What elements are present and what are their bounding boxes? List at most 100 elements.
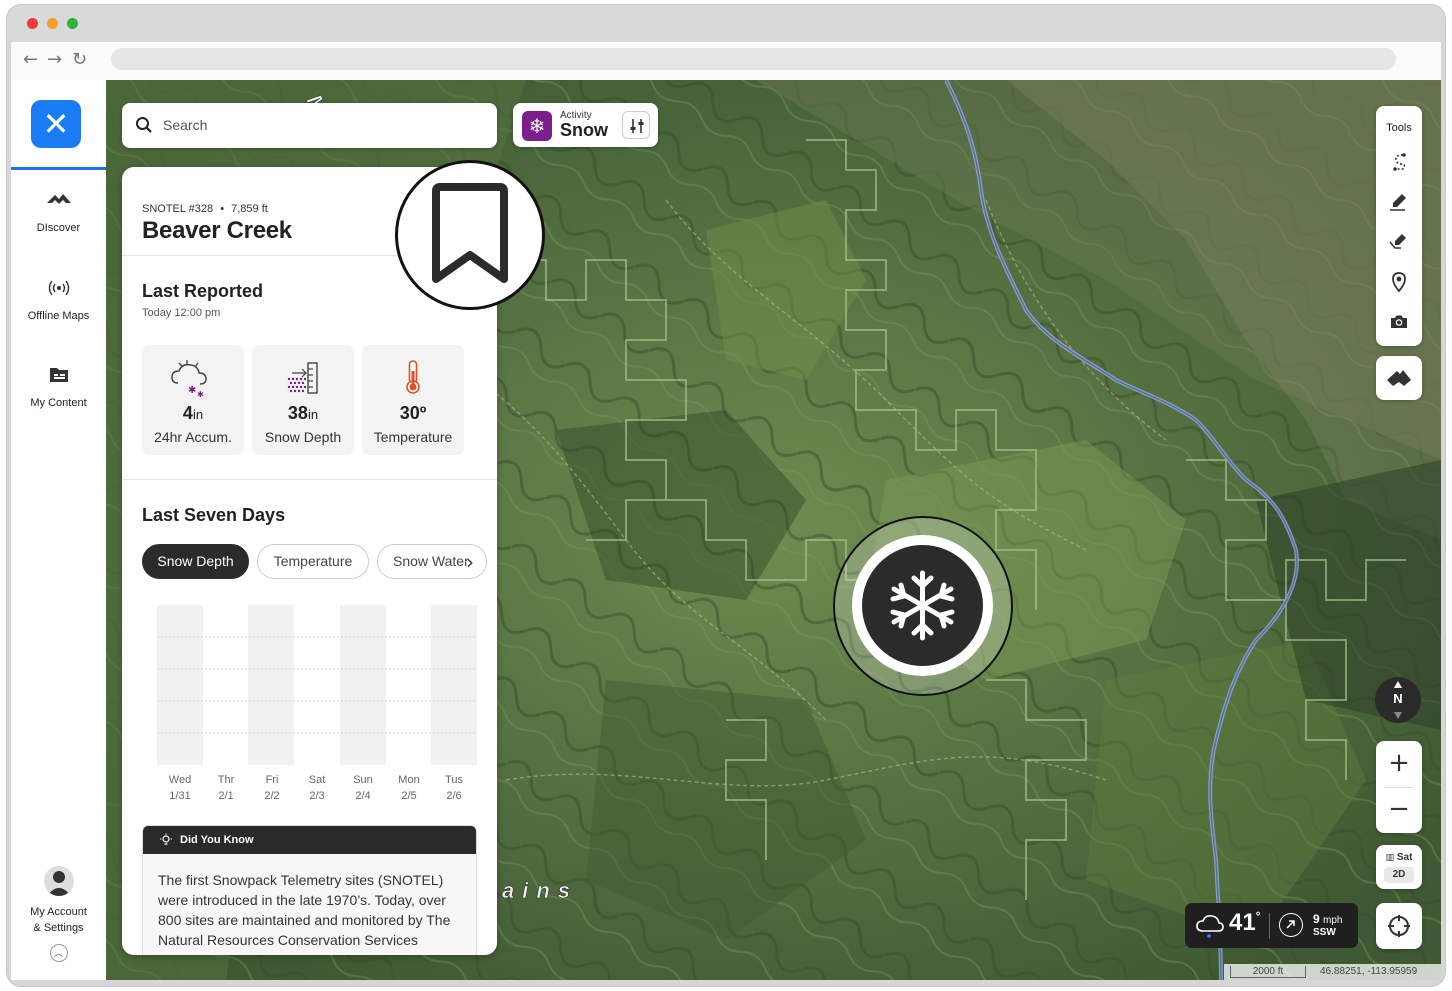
- area-draw-icon[interactable]: [1387, 230, 1411, 254]
- sidebar-item-discover[interactable]: DIscover: [11, 190, 106, 236]
- camera-icon[interactable]: [1387, 310, 1411, 334]
- chart-column: [248, 605, 294, 765]
- map-label-mountains-bottom: ains: [502, 878, 578, 903]
- scale-distance: 2000 ft: [1230, 966, 1306, 978]
- forward-icon[interactable]: →: [47, 50, 62, 70]
- chart-column: [340, 605, 386, 765]
- tools-panel: Tools: [1376, 106, 1422, 346]
- account-settings-button[interactable]: My Account & Settings ︿: [11, 866, 106, 962]
- sidebar-item-label: My Content: [30, 397, 87, 409]
- chevron-right-icon[interactable]: ›: [466, 550, 474, 574]
- stat-label: 24hr Accum.: [154, 429, 232, 445]
- search-input[interactable]: [163, 115, 463, 135]
- thermometer-icon: [406, 360, 420, 394]
- compass-north-label: N: [1393, 691, 1403, 706]
- zoom-out-button[interactable]: −: [1376, 787, 1422, 833]
- browser-window: ← → ↻ ains ✕ DIscover Offline Maps My Co…: [7, 5, 1445, 986]
- page-title: Beaver Creek: [142, 217, 292, 244]
- reload-icon[interactable]: ↻: [72, 50, 87, 70]
- day-label: Thr 2/1: [217, 774, 235, 802]
- sidebar-item-offline-maps[interactable]: Offline Maps: [11, 278, 106, 324]
- title-bar: [7, 5, 1445, 42]
- did-you-know-header: Did You Know: [143, 826, 476, 854]
- chart-column: [431, 605, 477, 765]
- user-icon: [46, 871, 71, 896]
- weather-temperature: 41°: [1229, 909, 1261, 936]
- back-icon[interactable]: ←: [23, 50, 38, 70]
- filter-button[interactable]: [622, 111, 650, 139]
- pencil-icon[interactable]: [1387, 190, 1411, 214]
- last-reported-heading: Last Reported: [142, 281, 264, 301]
- zoom-in-button[interactable]: +: [1376, 741, 1422, 787]
- tools-heading: Tools: [1386, 122, 1412, 134]
- locate-button[interactable]: [1376, 903, 1422, 949]
- layers-icon: [1387, 370, 1411, 386]
- did-you-know-card: Did You Know The first Snowpack Telemetr…: [142, 825, 477, 955]
- app-logo-icon[interactable]: ✕: [31, 100, 81, 148]
- compass-button[interactable]: N: [1375, 677, 1421, 723]
- offline-maps-icon: [48, 280, 69, 296]
- avatar: [43, 866, 74, 896]
- account-label-line1: My Account: [30, 906, 87, 918]
- sidebar-item-label: DIscover: [36, 222, 81, 234]
- seven-day-chart: [157, 605, 477, 765]
- day-label: Sat 2/3: [308, 774, 326, 802]
- sliders-icon: [630, 119, 644, 133]
- activity-value: Snow: [560, 120, 608, 140]
- day-label: Fri 2/2: [264, 774, 280, 802]
- day-label: Sun 2/4: [353, 774, 373, 802]
- account-label-line2: & Settings: [33, 922, 84, 934]
- my-content-icon: [49, 368, 68, 382]
- url-field[interactable]: [111, 48, 1396, 70]
- layers-button[interactable]: [1376, 356, 1422, 400]
- day-label: Wed 1/31: [168, 774, 192, 802]
- crosshair-icon: [1388, 915, 1410, 937]
- day-label: Tus 2/6: [445, 774, 463, 802]
- route-tool-icon[interactable]: [1387, 150, 1411, 174]
- lightbulb-icon: [160, 833, 172, 845]
- station-id: SNOTEL #328: [142, 203, 214, 215]
- weather-widget[interactable]: 41° 9 mph SSW: [1185, 903, 1358, 948]
- last-reported-time: Today 12:00 pm: [142, 307, 221, 319]
- wind-speed: 9 mph: [1313, 912, 1343, 926]
- day-label: Mon 2/5: [398, 774, 420, 802]
- sidebar-item-label: Offline Maps: [27, 310, 90, 322]
- snowflake-icon: ❄: [522, 111, 552, 141]
- left-sidebar: ✕ DIscover Offline Maps My Content My Ac…: [11, 80, 106, 980]
- wind-direction-icon: [1279, 913, 1303, 937]
- seven-days-heading: Last Seven Days: [142, 505, 286, 525]
- station-elevation: 7,859 ft: [231, 203, 268, 215]
- view-mode-badge[interactable]: 2D: [1384, 867, 1414, 883]
- map-pin-icon[interactable]: [1387, 270, 1411, 294]
- stat-value: 30º: [399, 403, 427, 423]
- zoom-controls: + −: [1376, 741, 1422, 833]
- sidebar-item-my-content[interactable]: My Content: [11, 365, 106, 411]
- chevron-up-icon[interactable]: ︿: [49, 944, 68, 962]
- wind-direction: SSW: [1313, 927, 1336, 938]
- minimize-window-button[interactable]: [47, 18, 58, 29]
- tab-temperature[interactable]: Temperature: [257, 544, 369, 579]
- did-you-know-text: The first Snowpack Telemetry sites (SNOT…: [143, 854, 476, 955]
- svg-text:✱: ✱: [188, 385, 196, 396]
- close-window-button[interactable]: [27, 18, 38, 29]
- stat-card-temperature: 30º Temperature: [362, 345, 464, 455]
- map-icon: ▥: [1385, 853, 1395, 863]
- search-bar[interactable]: [122, 103, 497, 148]
- snotel-station-marker[interactable]: [833, 516, 1013, 696]
- map-scale-bar: 2000 ft 46.88251, -113.95959: [1224, 964, 1441, 980]
- tab-snow-depth[interactable]: Snow Depth: [142, 544, 249, 579]
- activity-selector[interactable]: ❄ Activity Snow: [513, 103, 658, 147]
- snowfall-icon: ✱ ✱: [171, 360, 207, 397]
- divider: [122, 479, 497, 480]
- stat-card-snow-depth: 38in Snow Depth: [252, 345, 354, 455]
- app-viewport: M ains ✕ DIscover Offline Maps: [11, 80, 1441, 980]
- discover-icon: [46, 194, 71, 204]
- bookmark-button[interactable]: [395, 160, 545, 310]
- snow-depth-icon: [287, 362, 318, 394]
- logo-area: ✕: [11, 80, 106, 170]
- basemap-toggle[interactable]: ▥ Sat 2D: [1376, 845, 1422, 889]
- address-bar: ← → ↻: [11, 42, 1441, 80]
- stat-card-accumulation: ✱ ✱ 4in 24hr Accum.: [142, 345, 244, 455]
- station-meta: SNOTEL #328 • 7,859 ft: [142, 203, 268, 215]
- maximize-window-button[interactable]: [67, 18, 78, 29]
